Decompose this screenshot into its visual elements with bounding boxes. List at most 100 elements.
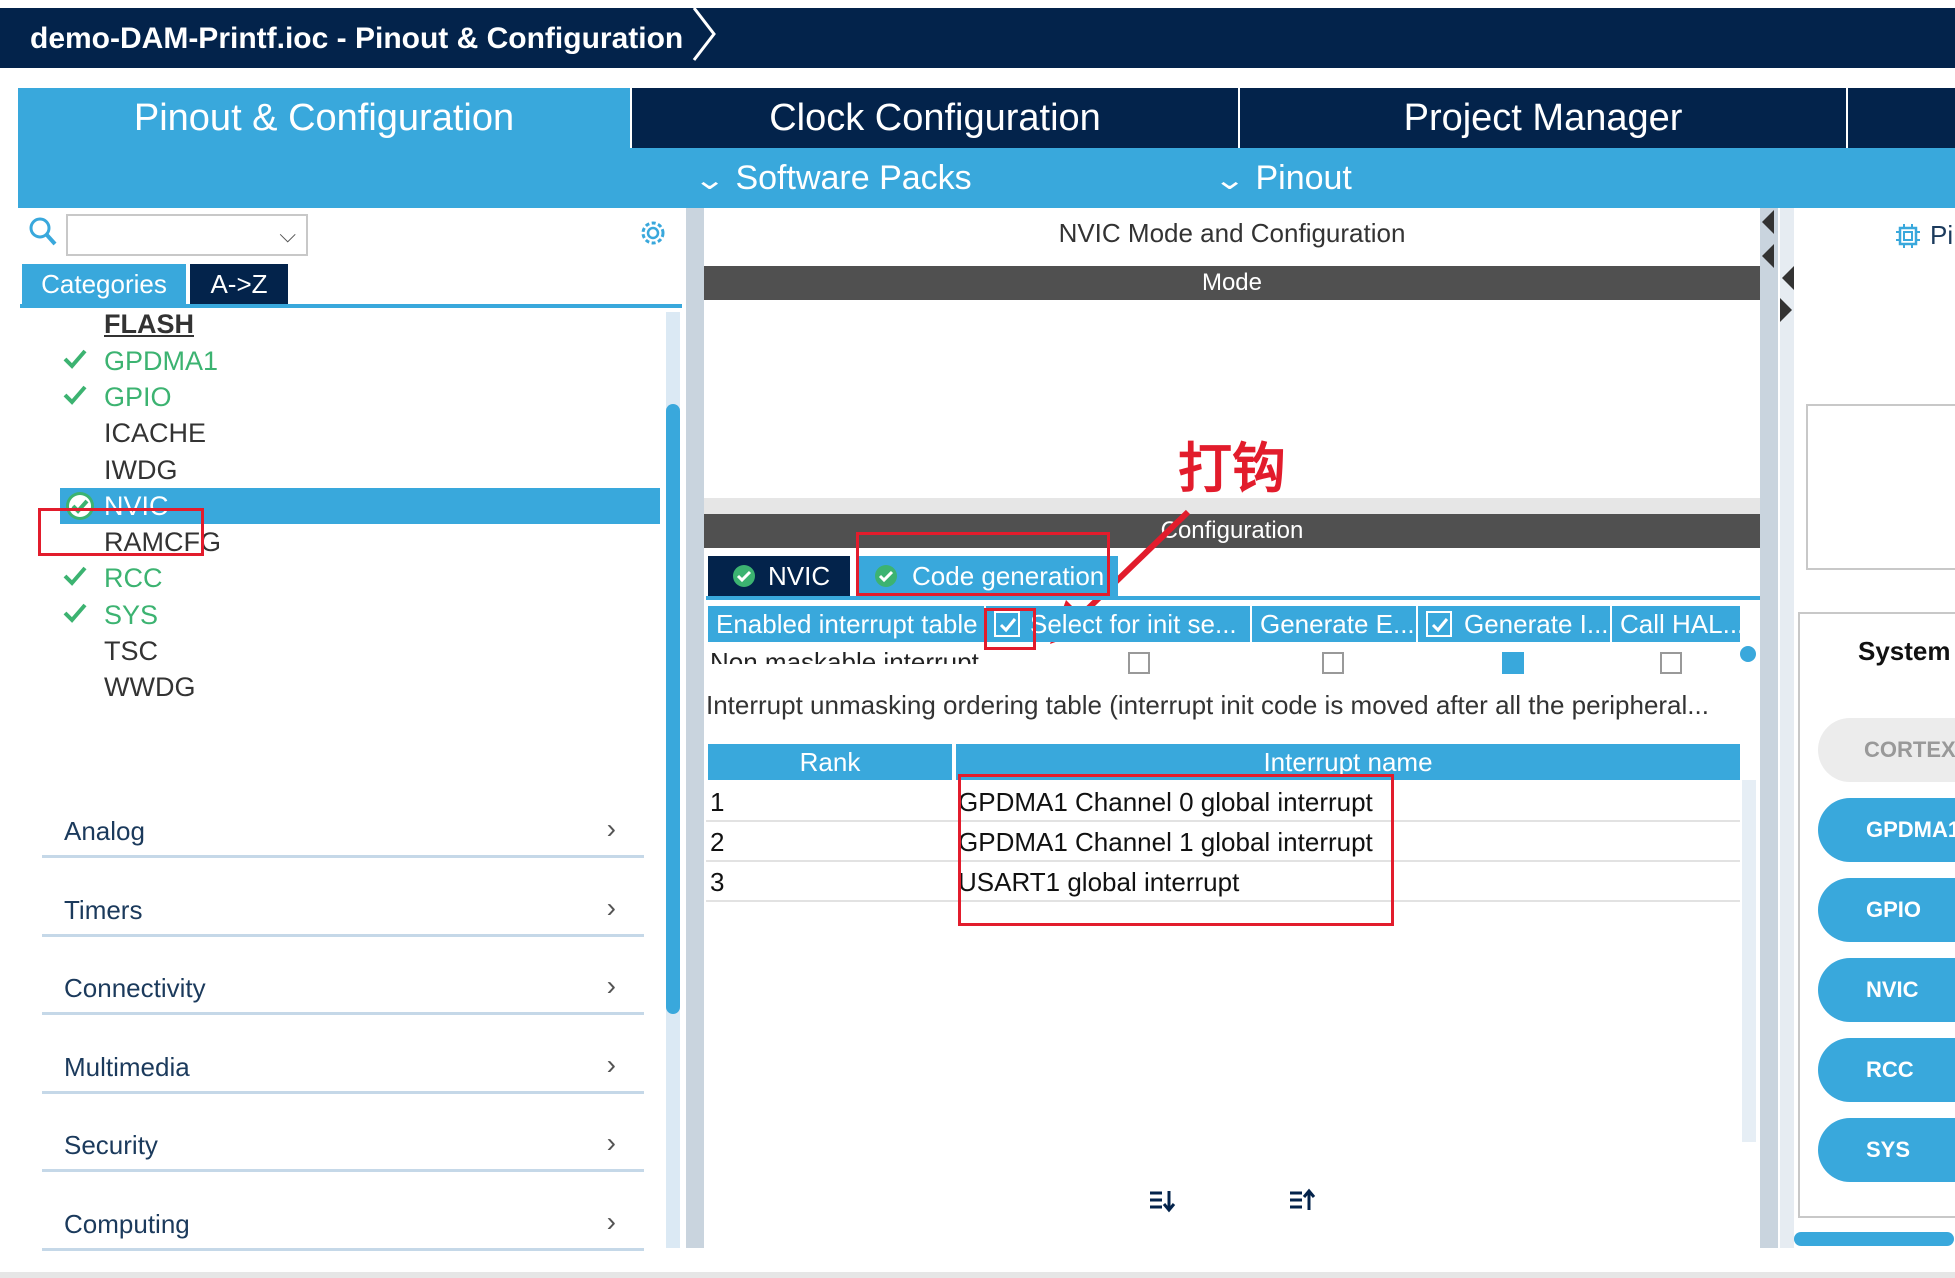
list-item-label: GPDMA1: [104, 345, 219, 376]
list-item-label: IWDG: [104, 454, 178, 485]
subtab-underline: [706, 596, 1760, 600]
check-icon: [63, 385, 87, 405]
tab-project-manager[interactable]: Project Manager: [1240, 88, 1846, 148]
system-pill[interactable]: NVIC: [1818, 958, 1955, 1022]
bottom-border: [0, 1272, 1955, 1278]
collapse-left-icon[interactable]: [1782, 266, 1794, 290]
gear-icon[interactable]: [638, 218, 668, 248]
chevron-right-icon: ›: [606, 813, 616, 844]
chevron-right-icon: ›: [606, 1127, 616, 1159]
software-packs-menu[interactable]: ⌄ Software Packs: [693, 148, 971, 208]
column-header-generate-enable[interactable]: Generate E...: [1252, 606, 1416, 642]
system-pill[interactable]: RCC: [1818, 1038, 1955, 1102]
pinout-menu[interactable]: ⌄ Pinout: [1213, 148, 1352, 208]
chip-view-box: [1806, 404, 1955, 570]
window-title: demo-DAM-Printf.ioc - Pinout & Configura…: [30, 22, 684, 55]
tab-categories[interactable]: Categories: [22, 264, 186, 304]
list-item[interactable]: RCC: [20, 560, 660, 596]
list-item[interactable]: IWDG: [20, 452, 660, 488]
list-item-label: GPIO: [104, 381, 172, 412]
category-group[interactable]: Analog ›: [42, 794, 644, 858]
row-checkbox[interactable]: [1128, 652, 1150, 674]
row-checkbox[interactable]: [1322, 652, 1344, 674]
pinout-view-label[interactable]: Pi: [1930, 220, 1953, 251]
category-group[interactable]: Security ›: [42, 1108, 644, 1173]
category-group-label: Analog: [64, 816, 145, 846]
ordering-description: Interrupt unmasking ordering table (inte…: [706, 690, 1709, 720]
right-scrollbar[interactable]: [1794, 1232, 1954, 1246]
title-bar: demo-DAM-Printf.ioc - Pinout & Configura…: [0, 8, 1955, 68]
annotation-highlight-table: [958, 774, 1394, 926]
category-group-label: Multimedia: [64, 1051, 190, 1082]
check-icon: [63, 603, 87, 623]
tab-clock-configuration[interactable]: Clock Configuration: [632, 88, 1238, 148]
annotation-highlight-nvic: [38, 508, 204, 556]
list-item[interactable]: FLASH: [20, 308, 660, 342]
chevron-down-icon: ⌄: [693, 164, 727, 195]
horizontal-scroll-indicator[interactable]: [1740, 646, 1756, 662]
search-icon[interactable]: [28, 216, 58, 250]
category-group-label: Connectivity: [64, 973, 206, 1004]
panel-splitter[interactable]: [1780, 208, 1794, 1248]
category-group-label: Security: [64, 1130, 158, 1161]
panel-title: NVIC Mode and Configuration: [1058, 218, 1406, 248]
list-item-label: WWDG: [104, 672, 196, 703]
category-group-label: Timers: [64, 894, 143, 925]
mode-header: Mode: [704, 266, 1760, 300]
rank-cell: 1: [710, 787, 725, 817]
list-item[interactable]: WWDG: [20, 669, 660, 705]
category-group[interactable]: Timers ›: [42, 873, 644, 937]
table-row[interactable]: Non maskable interrupt: [706, 642, 1740, 664]
system-pill[interactable]: GPDMA1: [1818, 798, 1955, 862]
list-item-label: FLASH: [104, 309, 194, 340]
system-view-title: System: [1858, 636, 1951, 666]
list-item-label: RCC: [104, 563, 163, 594]
collapse-left-icon[interactable]: [1762, 244, 1774, 268]
chevron-down-icon: ⌄: [1213, 164, 1247, 195]
search-input[interactable]: ⌵: [66, 214, 308, 256]
chevron-right-icon: ›: [606, 1206, 616, 1237]
system-pill[interactable]: CORTEX: [1818, 718, 1955, 782]
main-tabs: Pinout & Configuration Clock Configurati…: [18, 88, 1955, 148]
list-item[interactable]: SYS: [20, 597, 660, 633]
column-header-generate-irq[interactable]: Generate I...: [1418, 606, 1610, 642]
list-item[interactable]: GPIO: [20, 379, 660, 415]
rank-cell: 3: [710, 867, 725, 897]
collapse-left-icon[interactable]: [1762, 210, 1774, 234]
list-item[interactable]: ICACHE: [20, 415, 660, 451]
annotation-highlight-code-generation: [856, 532, 1110, 596]
tab-pinout-configuration[interactable]: Pinout & Configuration: [18, 88, 630, 148]
row-checkbox[interactable]: [1502, 652, 1524, 674]
move-up-icon[interactable]: [1288, 1188, 1316, 1214]
category-group[interactable]: Multimedia ›: [42, 1030, 644, 1094]
column-header-enabled[interactable]: Enabled interrupt table: [708, 606, 984, 642]
row-checkbox[interactable]: [1660, 652, 1682, 674]
left-scrollbar-thumb[interactable]: [666, 404, 680, 1014]
panel-splitter[interactable]: [686, 208, 704, 1248]
list-item[interactable]: TSC: [20, 633, 660, 669]
tab-a-z[interactable]: A->Z: [190, 264, 288, 304]
category-group-label: Computing: [64, 1209, 190, 1239]
tab-nvic[interactable]: NVIC: [708, 556, 850, 596]
panel-splitter[interactable]: [1760, 208, 1778, 1248]
list-item[interactable]: GPDMA1: [20, 343, 660, 379]
category-group[interactable]: Connectivity ›: [42, 951, 644, 1016]
rank-cell: 2: [710, 827, 725, 857]
list-item-label: TSC: [104, 636, 158, 666]
expand-right-icon[interactable]: [1780, 298, 1792, 322]
system-pill[interactable]: SYS: [1818, 1118, 1955, 1182]
breadcrumb-arrow-icon: [692, 8, 716, 61]
column-header-call-hal[interactable]: Call HAL...: [1612, 606, 1740, 642]
generate-irq-checkbox[interactable]: [1426, 611, 1452, 637]
sub-toolbar: ⌄ Software Packs ⌄ Pinout: [18, 148, 1955, 208]
move-down-icon[interactable]: [1148, 1188, 1176, 1214]
chip-icon: [1896, 224, 1920, 248]
table-scrollbar[interactable]: [1742, 780, 1756, 1142]
category-group[interactable]: Computing ›: [42, 1187, 644, 1251]
system-pill[interactable]: GPIO: [1818, 878, 1955, 942]
chevron-right-icon: ›: [606, 891, 616, 923]
column-header-rank[interactable]: Rank: [708, 744, 952, 780]
tab-tools[interactable]: [1848, 88, 1955, 148]
chevron-down-icon[interactable]: ⌵: [279, 222, 296, 248]
chevron-right-icon: ›: [606, 970, 616, 1002]
